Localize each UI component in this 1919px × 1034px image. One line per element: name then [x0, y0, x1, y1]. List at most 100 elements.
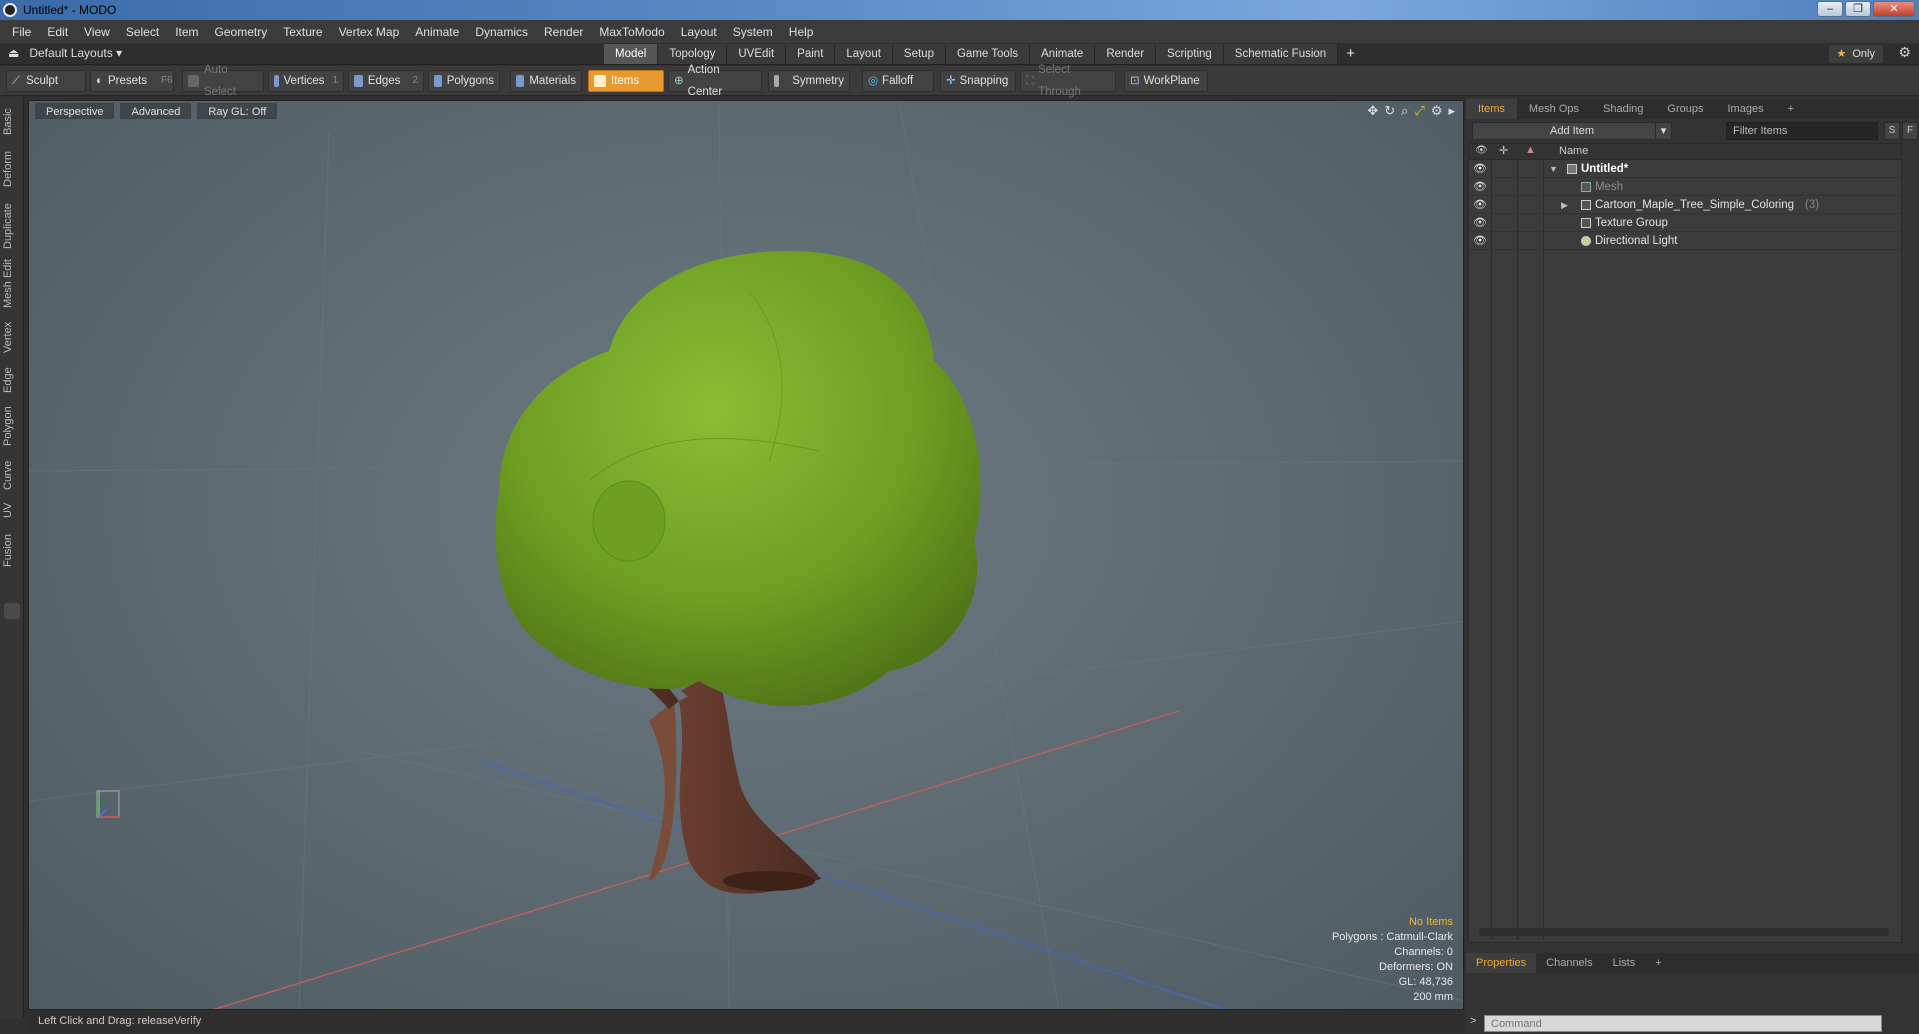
menu-render[interactable]: Render	[536, 25, 591, 39]
tab-setup[interactable]: Setup	[892, 44, 946, 64]
tab-properties[interactable]: Properties	[1466, 953, 1537, 973]
menu-item[interactable]: Item	[167, 25, 206, 39]
tab-scripting[interactable]: Scripting	[1156, 44, 1224, 64]
workplane-button[interactable]: ⊡ WorkPlane	[1124, 70, 1208, 92]
eye-icon[interactable]: 👁	[1473, 198, 1487, 212]
tab-channels[interactable]: Channels	[1536, 953, 1602, 973]
tree-model[interactable]	[495, 251, 981, 894]
fit-icon[interactable]: ⤢	[1414, 103, 1424, 119]
tab-schematic-fusion[interactable]: Schematic Fusion	[1223, 44, 1339, 64]
status-bar: Left Click and Drag: releaseVerify	[28, 1011, 1464, 1031]
eye-icon[interactable]: 👁	[1473, 216, 1487, 230]
viewport-header: Perspective Advanced Ray GL: Off	[29, 101, 1463, 121]
rotate-icon[interactable]: ↻	[1384, 103, 1395, 119]
menu-file[interactable]: File	[4, 25, 39, 39]
layout-preset-dropdown[interactable]: Default Layouts ▾	[29, 46, 122, 60]
palette-toggle-button[interactable]	[4, 603, 20, 619]
left-tab-duplicate[interactable]: Duplicate	[2, 197, 22, 255]
left-tab-uv[interactable]: UV	[2, 495, 22, 525]
snapping-button[interactable]: ✛ Snapping	[940, 70, 1016, 92]
materials-button[interactable]: Materials	[510, 70, 582, 92]
auto-select-button[interactable]: Auto Select	[182, 64, 264, 98]
tree-row-cartoon-maple-tree[interactable]: 👁 ▶ Cartoon_Maple_Tree_Simple_Coloring (…	[1469, 196, 1901, 214]
items-button[interactable]: Items	[588, 70, 664, 92]
tree-row-texture-group[interactable]: 👁 Texture Group	[1469, 214, 1901, 232]
shading-mode-dropdown[interactable]: Advanced	[120, 103, 192, 119]
sculpt-button[interactable]: ⟋ Sculpt	[6, 70, 86, 92]
menu-dynamics[interactable]: Dynamics	[467, 25, 536, 39]
select-through-button[interactable]: ⛶ Select Through	[1020, 64, 1116, 98]
filter-items-input[interactable]	[1726, 122, 1878, 140]
f-button[interactable]: F	[1902, 122, 1918, 140]
maximize-button[interactable]: ❐	[1845, 1, 1871, 17]
close-button[interactable]: ✕	[1873, 1, 1915, 17]
menu-maxtomodo[interactable]: MaxToModo	[591, 25, 672, 39]
falloff-button[interactable]: ◎ Falloff	[862, 70, 934, 92]
menu-system[interactable]: System	[725, 25, 781, 39]
layout-eject-icon[interactable]: ⏏	[8, 46, 19, 60]
vertices-button[interactable]: Vertices 1	[268, 70, 344, 92]
polygons-button[interactable]: Polygons	[428, 70, 500, 92]
left-tab-mesh-edit[interactable]: Mesh Edit	[2, 255, 22, 313]
minimize-button[interactable]: –	[1817, 1, 1843, 17]
only-toggle[interactable]: ★ Only	[1828, 45, 1883, 63]
action-center-button[interactable]: ⊕ Action Center	[668, 64, 762, 98]
tab-paint[interactable]: Paint	[786, 44, 836, 64]
tab-shading[interactable]: Shading	[1591, 99, 1655, 119]
menu-edit[interactable]: Edit	[39, 25, 76, 39]
menu-select[interactable]: Select	[118, 25, 167, 39]
eye-icon[interactable]: 👁	[1473, 162, 1487, 176]
menu-geometry[interactable]: Geometry	[207, 25, 276, 39]
edges-button[interactable]: Edges 2	[348, 70, 424, 92]
gear-icon[interactable]: ⚙	[1898, 44, 1911, 61]
left-tab-edge[interactable]: Edge	[2, 361, 22, 399]
tree-row-directional-light[interactable]: 👁 Directional Light	[1469, 232, 1901, 250]
add-tab-button[interactable]: +	[1338, 44, 1363, 64]
eye-icon[interactable]: 👁	[1473, 180, 1487, 194]
tree-row-scene[interactable]: 👁 ▼ Untitled*	[1469, 160, 1901, 178]
left-tab-vertex[interactable]: Vertex	[2, 315, 22, 359]
menu-layout[interactable]: Layout	[673, 25, 725, 39]
horizontal-scrollbar[interactable]	[1479, 928, 1889, 936]
tab-images[interactable]: Images	[1716, 99, 1776, 119]
symmetry-button[interactable]: Symmetry	[768, 70, 850, 92]
tab-layout[interactable]: Layout	[835, 44, 893, 64]
viewport-settings-icon[interactable]: ⚙	[1431, 103, 1443, 119]
pan-icon[interactable]: ✥	[1367, 103, 1378, 119]
menu-vertex-map[interactable]: Vertex Map	[331, 25, 408, 39]
collapse-arrow-icon[interactable]: ▼	[1549, 160, 1558, 178]
menu-help[interactable]: Help	[781, 25, 822, 39]
tab-lists[interactable]: Lists	[1603, 953, 1646, 973]
lock-column-icon: ✛	[1499, 145, 1509, 157]
tab-groups[interactable]: Groups	[1655, 99, 1715, 119]
left-tab-curve[interactable]: Curve	[2, 455, 22, 495]
presets-button[interactable]: ◐ Presets F6	[90, 70, 174, 92]
add-properties-tab-button[interactable]: +	[1645, 953, 1671, 973]
s-button[interactable]: S	[1884, 122, 1900, 140]
left-tab-deform[interactable]: Deform	[2, 145, 22, 193]
left-tab-polygon[interactable]: Polygon	[2, 399, 22, 453]
viewport-info-overlay: No Items Polygons : Catmull-Clark Channe…	[1332, 915, 1453, 1005]
add-item-button[interactable]: Add Item ▾	[1472, 122, 1672, 140]
add-panel-tab-button[interactable]: +	[1776, 99, 1806, 119]
zoom-icon[interactable]: ⌕	[1401, 103, 1408, 119]
action-center-icon: ⊕	[674, 75, 684, 87]
viewport-menu-arrow-icon[interactable]: ▸	[1448, 103, 1455, 119]
tab-model[interactable]: Model	[604, 44, 659, 64]
view-type-dropdown[interactable]: Perspective	[35, 103, 115, 119]
command-input[interactable]	[1484, 1015, 1882, 1032]
tree-row-mesh[interactable]: 👁 Mesh	[1469, 178, 1901, 196]
tab-mesh-ops[interactable]: Mesh Ops	[1517, 99, 1591, 119]
eye-icon[interactable]: 👁	[1473, 234, 1487, 248]
tab-game-tools[interactable]: Game Tools	[945, 44, 1031, 64]
menu-view[interactable]: View	[76, 25, 118, 39]
chevron-down-icon[interactable]: ▾	[1655, 123, 1671, 139]
menu-animate[interactable]: Animate	[407, 25, 467, 39]
tab-items[interactable]: Items	[1466, 99, 1517, 119]
expand-arrow-icon[interactable]: ▶	[1561, 196, 1568, 214]
menu-texture[interactable]: Texture	[275, 25, 330, 39]
raygl-toggle[interactable]: Ray GL: Off	[197, 103, 278, 119]
left-tab-fusion[interactable]: Fusion	[2, 527, 22, 573]
3d-viewport[interactable]: Perspective Advanced Ray GL: Off ✥ ↻ ⌕ ⤢…	[28, 100, 1464, 1010]
left-tab-basic[interactable]: Basic	[2, 103, 22, 141]
